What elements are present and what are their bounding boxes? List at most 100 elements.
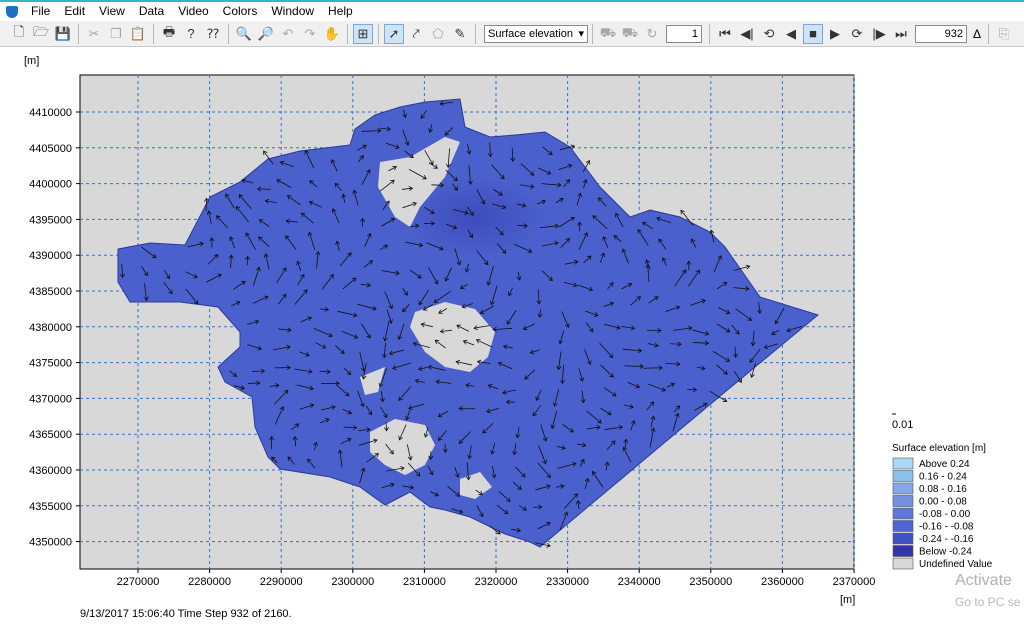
y-tick-label: 4375000 — [29, 358, 72, 370]
pan-hand-icon[interactable]: ✋ — [322, 24, 342, 44]
menu-edit[interactable]: Edit — [57, 2, 92, 21]
legend-swatch — [892, 457, 914, 470]
y-tick-label: 4380000 — [29, 322, 72, 334]
x-tick-label: 2310000 — [403, 576, 446, 588]
status-bar-text: 9/13/2017 15:06:40 Time Step 932 of 2160… — [80, 608, 292, 620]
menu-file[interactable]: File — [24, 2, 57, 21]
menu-view[interactable]: View — [92, 2, 132, 21]
next-view-icon[interactable]: ↷ — [300, 24, 320, 44]
legend-swatch — [892, 470, 914, 482]
open-folder-icon[interactable]: 🗁 — [31, 24, 51, 44]
jump-forward-icon[interactable]: ⟳ — [847, 24, 867, 44]
print-icon[interactable]: 🖶 — [159, 24, 179, 44]
legend: 0.01 Surface elevation [m] Above 0.24 0.… — [892, 413, 993, 570]
menu-colors[interactable]: Colors — [216, 2, 265, 21]
context-help-icon[interactable]: ⁇ — [203, 24, 223, 44]
x-tick-label: 2370000 — [833, 576, 876, 588]
y-tick-label: 4390000 — [29, 250, 72, 262]
delta-label: Δ — [973, 26, 982, 41]
y-tick-label: 4395000 — [29, 214, 72, 226]
animation-back-icon[interactable]: ⛟ — [598, 24, 618, 44]
x-tick-label: 2280000 — [188, 576, 231, 588]
legend-label: Below -0.24 — [919, 547, 972, 558]
menu-video[interactable]: Video — [171, 2, 215, 21]
legend-swatch — [892, 532, 914, 545]
legend-swatch — [892, 482, 914, 495]
grid-toggle-icon[interactable]: ⊞ — [353, 23, 373, 44]
y-unit-label: [m] — [24, 55, 39, 67]
legend-label: -0.24 - -0.16 — [919, 534, 974, 545]
y-tick-label: 4410000 — [29, 107, 72, 119]
play-reverse-icon[interactable]: ◀ — [781, 24, 801, 44]
cut-icon[interactable]: ✂ — [84, 24, 104, 44]
help-icon[interactable]: ? — [181, 24, 201, 44]
x-axis: 2270000 2280000 2290000 2300000 2310000 23200… — [117, 569, 876, 588]
x-tick-label: 2350000 — [689, 576, 732, 588]
y-axis: 4410000 4405000 4400000 4395000 4390000 43850… — [29, 107, 80, 549]
watermark-line2: Go to PC se — [955, 595, 1021, 609]
dataset-select-value: Surface elevation — [488, 27, 573, 40]
step-input[interactable]: 1 — [666, 24, 702, 43]
scale-value: 0.01 — [892, 419, 913, 431]
properties-icon[interactable]: ⎘ — [994, 24, 1014, 44]
app-icon[interactable] — [6, 5, 18, 18]
edit-pointer-icon[interactable]: ⤤ — [406, 24, 426, 44]
chevron-down-icon: ▾ — [578, 28, 584, 40]
x-tick-label: 2340000 — [618, 576, 661, 588]
y-tick-label: 4370000 — [29, 393, 72, 405]
legend-swatch — [892, 520, 914, 532]
previous-view-icon[interactable]: ↶ — [278, 24, 298, 44]
velocity-arrow — [517, 225, 528, 227]
dataset-select[interactable]: Surface elevation ▾ — [484, 24, 588, 43]
select-pointer-icon[interactable]: ➚ — [384, 23, 404, 44]
legend-swatch — [892, 557, 914, 570]
step-back-icon[interactable]: ◀| — [737, 24, 757, 44]
x-tick-label: 2290000 — [260, 576, 303, 588]
legend-label: 0.08 - 0.16 — [919, 484, 967, 495]
x-tick-label: 2360000 — [761, 576, 804, 588]
legend-swatch — [892, 507, 914, 520]
jump-back-icon[interactable]: ⟲ — [759, 24, 779, 44]
save-icon[interactable]: 💾 — [53, 24, 73, 44]
animation-forward-icon[interactable]: ⛟ — [620, 24, 640, 44]
new-file-icon[interactable]: 🗋 — [9, 24, 29, 44]
y-tick-label: 4360000 — [29, 465, 72, 477]
zoom-out-icon[interactable]: 🔎 — [256, 24, 276, 44]
x-tick-label: 2320000 — [475, 576, 518, 588]
y-tick-label: 4355000 — [29, 501, 72, 513]
legend-label: 0.16 - 0.24 — [919, 472, 967, 483]
x-unit-label: [m] — [840, 594, 855, 606]
toolbar: 🗋 🗁 💾 ✂ ❐ 📋 🖶 ? ⁇ 🔍 🔎 ↶ ↷ ✋ ⊞ ➚ ⤤ ⬠ ✎ Su… — [0, 21, 1024, 47]
first-frame-icon[interactable]: ⏮ — [715, 24, 735, 44]
legend-label: -0.08 - 0.00 — [919, 509, 971, 520]
y-tick-label: 4350000 — [29, 537, 72, 549]
menu-help[interactable]: Help — [321, 2, 360, 21]
frame-input[interactable]: 932 — [915, 24, 967, 43]
menu-bar: File Edit View Data Video Colors Window … — [0, 2, 1024, 21]
map-view[interactable]: 4410000 4405000 4400000 4395000 4390000 43850… — [0, 47, 1024, 624]
x-tick-label: 2330000 — [546, 576, 589, 588]
y-tick-label: 4365000 — [29, 429, 72, 441]
play-icon[interactable]: ▶ — [825, 24, 845, 44]
menu-window[interactable]: Window — [264, 2, 321, 21]
menu-data[interactable]: Data — [132, 2, 171, 21]
annotation-tool-icon[interactable]: ✎ — [450, 24, 470, 44]
legend-label: Undefined Value — [919, 559, 993, 570]
velocity-arrow — [431, 184, 444, 186]
polygon-tool-icon[interactable]: ⬠ — [428, 24, 448, 44]
y-tick-label: 4400000 — [29, 179, 72, 191]
refresh-icon[interactable]: ↻ — [642, 24, 662, 44]
legend-label: 0.00 - 0.08 — [919, 497, 967, 508]
paste-icon[interactable]: 📋 — [128, 24, 148, 44]
x-tick-label: 2300000 — [331, 576, 374, 588]
legend-swatch — [892, 495, 914, 507]
legend-label: -0.16 - -0.08 — [919, 522, 974, 533]
x-tick-label: 2270000 — [117, 576, 160, 588]
zoom-in-icon[interactable]: 🔍 — [234, 24, 254, 44]
legend-label: Above 0.24 — [919, 459, 970, 470]
copy-icon[interactable]: ❐ — [106, 24, 126, 44]
y-tick-label: 4405000 — [29, 143, 72, 155]
last-frame-icon[interactable]: ⏭ — [891, 24, 911, 44]
stop-icon[interactable]: ■ — [803, 23, 823, 44]
step-forward-icon[interactable]: |▶ — [869, 24, 889, 44]
